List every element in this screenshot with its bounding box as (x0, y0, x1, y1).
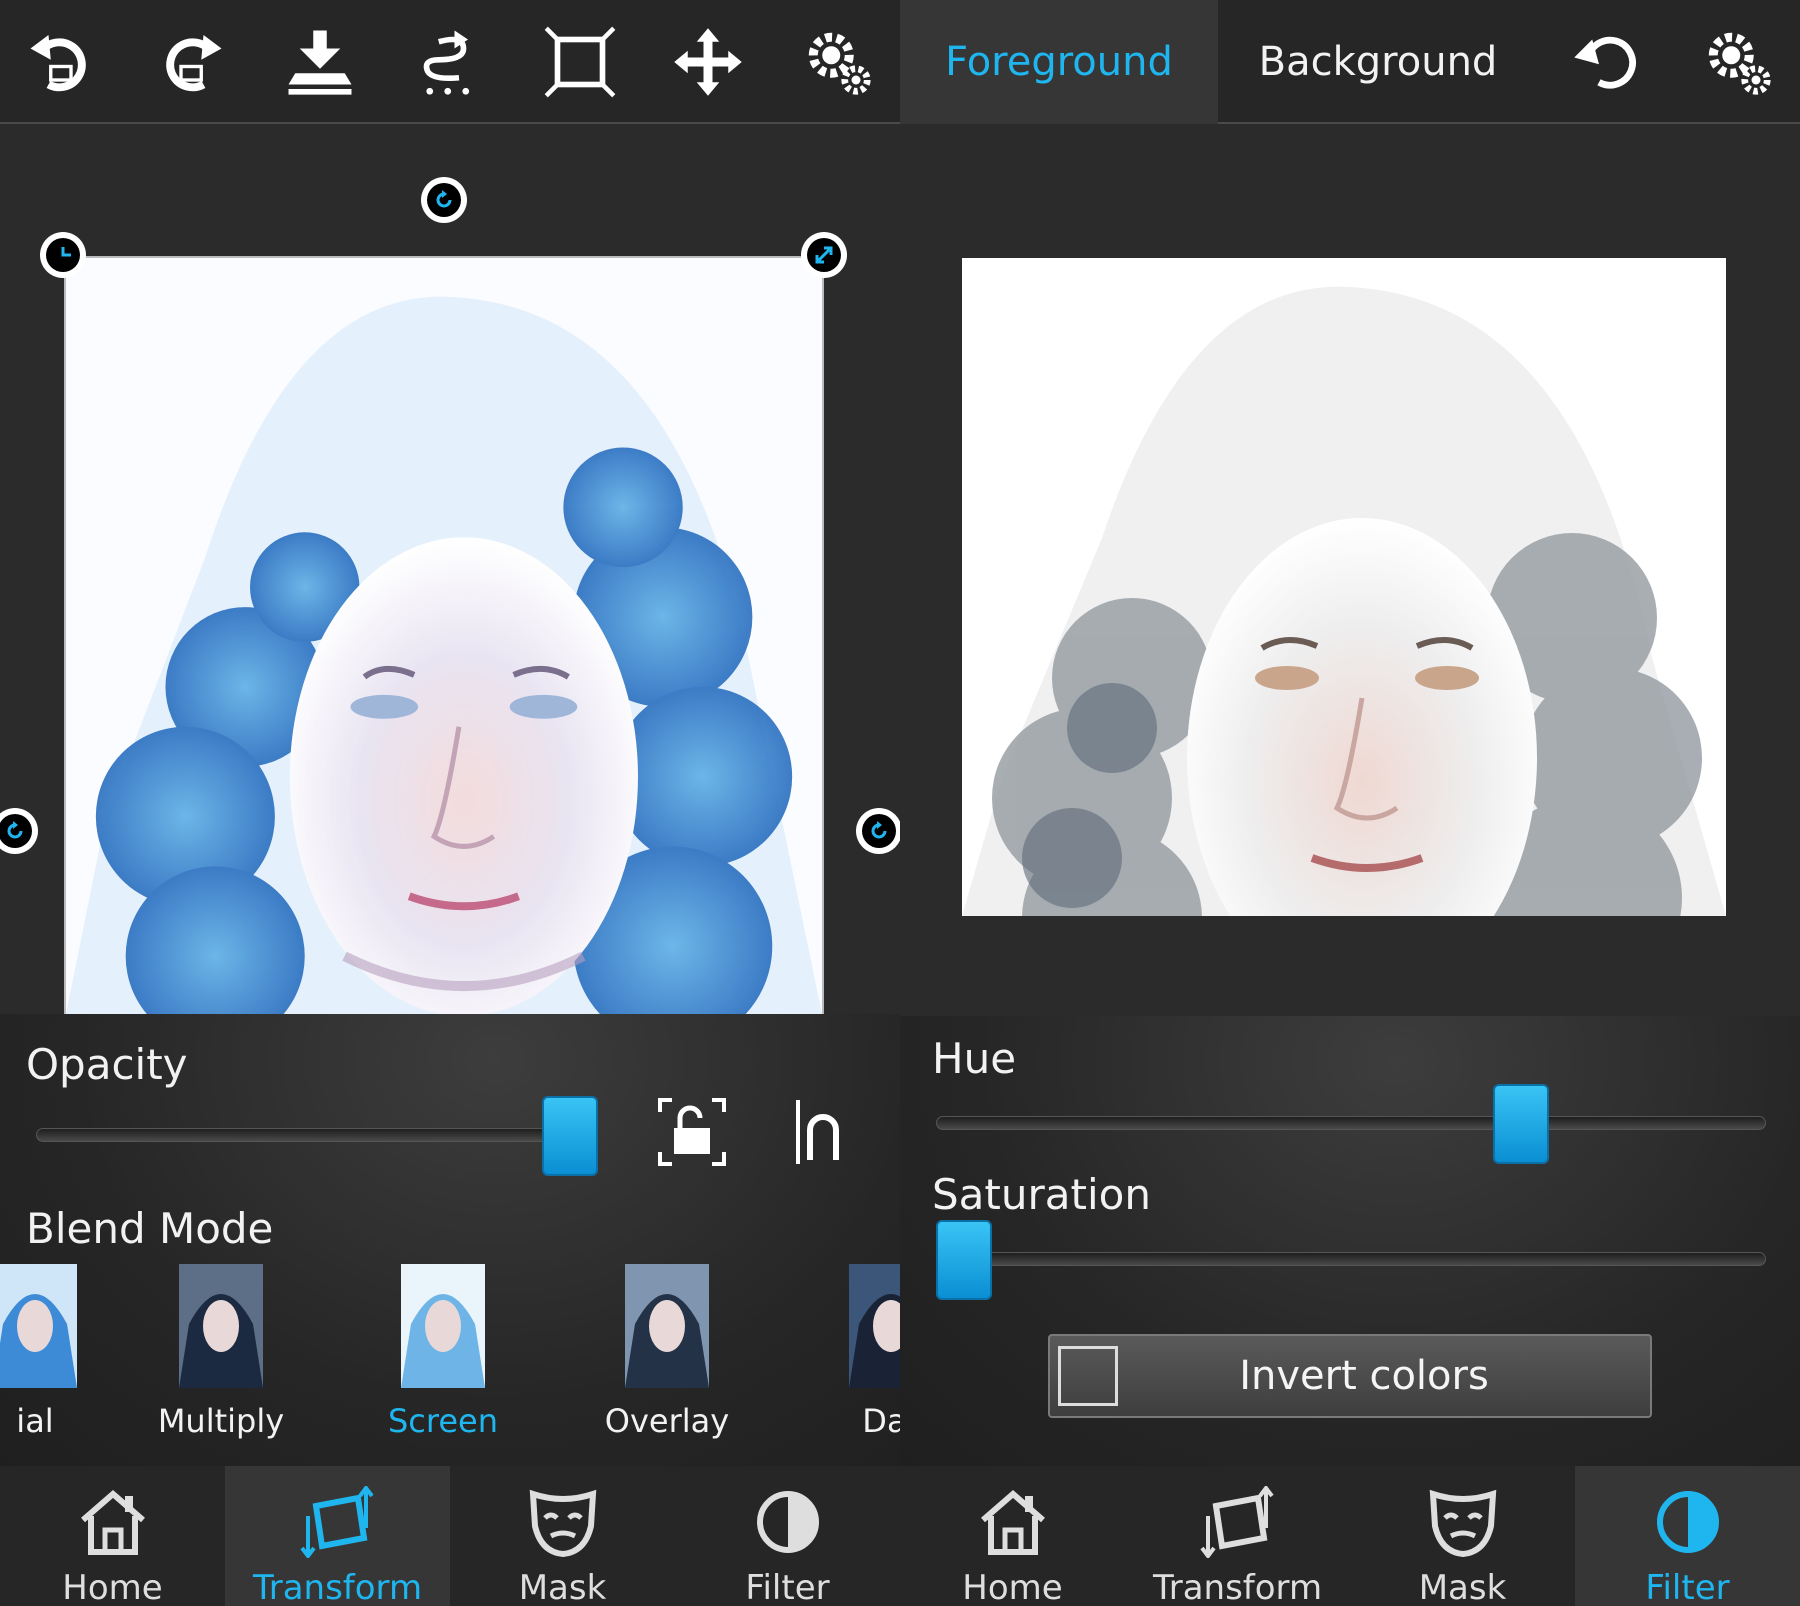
filter-icon (748, 1486, 828, 1562)
nav-label: Home (62, 1568, 163, 1606)
blend-mode-label: ial (16, 1402, 54, 1440)
opacity-slider-thumb[interactable] (542, 1096, 598, 1176)
blend-mode-thumbnail (0, 1264, 77, 1388)
hue-slider-thumb[interactable] (1493, 1084, 1550, 1164)
rotate-handle-right[interactable] (856, 808, 900, 854)
top-toolbar (0, 0, 900, 124)
hue-slider[interactable] (936, 1116, 1766, 1130)
import-layer-icon[interactable] (280, 22, 360, 102)
blend-mode-thumbnail (849, 1264, 900, 1388)
nav-mask[interactable]: Mask (450, 1466, 675, 1606)
blend-mode-thumbnail (625, 1264, 709, 1388)
blend-mode-option[interactable]: ial (0, 1264, 120, 1440)
nav-label: Transform (1152, 1568, 1323, 1606)
nav-mask[interactable]: Mask (1350, 1466, 1575, 1606)
blend-mode-strip[interactable]: ial Multiply Screen Overlay Dar (0, 1264, 900, 1454)
undo-icon[interactable] (22, 22, 102, 102)
bottom-nav-filter: Home Transform Mask Filter (900, 1466, 1800, 1606)
rotate-handle-left[interactable] (0, 808, 38, 854)
opacity-label: Opacity (26, 1040, 188, 1089)
invert-colors-label: Invert colors (1239, 1353, 1489, 1399)
transform-icon (1198, 1484, 1278, 1562)
blend-mode-thumbnail (401, 1264, 485, 1388)
bottom-nav: Home Transform Mask Filter (0, 1466, 900, 1606)
nav-home[interactable]: Home (0, 1466, 225, 1606)
tab-background[interactable]: Background (1218, 0, 1538, 124)
redo-icon[interactable] (150, 22, 230, 102)
blend-mode-option[interactable]: Multiply (136, 1264, 306, 1440)
canvas-area-filter: fx (900, 126, 1800, 1140)
magnet-icon[interactable] (796, 1100, 846, 1164)
mask-icon (1423, 1486, 1503, 1562)
nav-home[interactable]: Home (900, 1466, 1125, 1606)
invert-checkbox[interactable] (1058, 1346, 1118, 1406)
nav-label: Mask (1418, 1568, 1507, 1606)
filtered-image[interactable] (962, 258, 1726, 916)
lock-icon[interactable] (658, 1098, 726, 1166)
nav-filter[interactable]: Filter (1575, 1466, 1800, 1606)
invert-colors-toggle[interactable]: Invert colors (1048, 1334, 1652, 1418)
opacity-slider[interactable] (36, 1128, 592, 1142)
saturation-slider-thumb[interactable] (936, 1220, 992, 1300)
transform-icon (298, 1484, 378, 1562)
nav-filter[interactable]: Filter (675, 1466, 900, 1606)
blend-mode-option[interactable]: Dar (806, 1264, 900, 1440)
transform-screen: Opacity Blend Mode ial Multiply Screen Over… (0, 0, 900, 1606)
settings-icon[interactable] (798, 22, 878, 102)
blend-mode-option[interactable]: Screen (358, 1264, 528, 1440)
nav-label: Home (962, 1568, 1063, 1606)
foreground-layer-image[interactable] (64, 256, 824, 1014)
blend-mode-label: Multiply (157, 1402, 285, 1440)
nav-transform[interactable]: Transform (1125, 1466, 1350, 1606)
scale-handle[interactable] (801, 232, 847, 278)
filter-icon (1648, 1486, 1728, 1562)
nav-label: Filter (745, 1568, 830, 1606)
rotate-handle-top[interactable] (421, 177, 467, 223)
saturation-label: Saturation (932, 1170, 1151, 1219)
skew-handle[interactable] (40, 232, 86, 278)
top-toolbar-filter: Foreground Background (900, 0, 1800, 124)
blend-mode-thumbnail (179, 1264, 263, 1388)
canvas-area (0, 126, 900, 1014)
nav-label: Transform (252, 1568, 423, 1606)
tab-foreground[interactable]: Foreground (900, 0, 1218, 124)
hue-label: Hue (932, 1034, 1017, 1083)
blend-mode-option[interactable]: Overlay (582, 1264, 752, 1440)
blend-mode-label: Screen (387, 1402, 498, 1440)
nav-label: Filter (1645, 1568, 1730, 1606)
flip-icon[interactable] (410, 22, 490, 102)
move-icon[interactable] (668, 22, 748, 102)
nav-transform[interactable]: Transform (225, 1466, 450, 1606)
blend-mode-label: Overlay (604, 1402, 730, 1440)
reset-icon[interactable] (1568, 22, 1648, 102)
saturation-slider[interactable] (936, 1252, 1766, 1266)
transform-controls: Opacity Blend Mode ial Multiply Screen Over… (0, 1014, 900, 1466)
blend-mode-label: Blend Mode (26, 1204, 274, 1253)
settings-icon[interactable] (1698, 22, 1778, 102)
fit-frame-icon[interactable] (540, 22, 620, 102)
home-icon (73, 1486, 153, 1562)
filter-screen: Foreground Background Hue Saturation Inv… (900, 0, 1800, 1606)
filter-controls: Hue Saturation Invert colors (900, 1016, 1800, 1466)
mask-icon (523, 1486, 603, 1562)
blend-mode-label: Dar (862, 1402, 900, 1440)
nav-label: Mask (518, 1568, 607, 1606)
home-icon (973, 1486, 1053, 1562)
